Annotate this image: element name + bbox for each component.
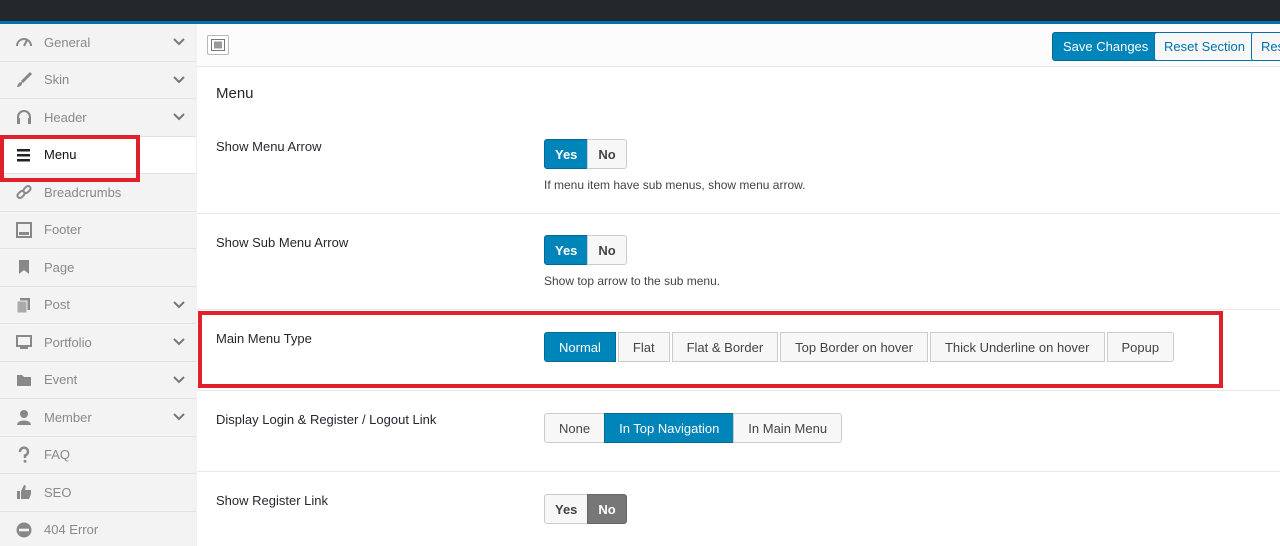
sidebar-item-label: Menu xyxy=(44,147,77,163)
option-button-flat[interactable]: Flat xyxy=(617,332,670,362)
sidebar-item-general[interactable]: General xyxy=(0,24,196,62)
sidebar-item-label: Breadcrumbs xyxy=(44,184,122,200)
sidebar-item-404-error[interactable]: 404 Error xyxy=(0,511,196,546)
sidebar-item-label: Post xyxy=(44,297,71,313)
sidebar-item-label: SEO xyxy=(44,484,72,500)
sidebar-item-label: FAQ xyxy=(44,447,71,463)
sidebar-item-header[interactable]: Header xyxy=(0,99,196,137)
sidebar-item-label: Member xyxy=(44,409,92,425)
sidebar-item-label: Header xyxy=(44,109,87,125)
dashboard-gauge-icon xyxy=(0,24,44,61)
sidebar-item-label: Page xyxy=(44,259,75,275)
options-toolbar: Save Changes Reset Section Res xyxy=(197,24,1280,67)
question-icon xyxy=(0,437,44,474)
option-description: Show top arrow to the sub menu. xyxy=(544,274,721,288)
chevron-down-icon xyxy=(162,76,196,84)
option-description: If menu item have sub menus, show menu a… xyxy=(544,178,806,192)
sidebar-item-event[interactable]: Event xyxy=(0,361,196,399)
option-button-normal[interactable]: Normal xyxy=(544,332,616,362)
option-button-yes[interactable]: Yes xyxy=(544,235,589,265)
option-button-popup[interactable]: Popup xyxy=(1106,332,1175,362)
section-title: Menu xyxy=(216,85,254,102)
option-row-show-register-link: Show Register Link Yes No xyxy=(197,472,1280,546)
reset-section-button[interactable]: Reset Section xyxy=(1154,32,1255,61)
folder-icon xyxy=(0,362,44,399)
thumbs-up-icon xyxy=(0,474,44,511)
link-icon xyxy=(0,174,44,211)
sidebar-item-label: Portfolio xyxy=(44,334,92,350)
option-button-flat-border[interactable]: Flat & Border xyxy=(671,332,779,362)
headphones-icon xyxy=(0,99,44,136)
option-button-yes[interactable]: Yes xyxy=(544,494,589,524)
sidebar-item-portfolio[interactable]: Portfolio xyxy=(0,324,196,362)
menu-bars-icon xyxy=(0,137,44,174)
footer-layout-icon xyxy=(0,212,44,249)
option-row-main-menu-type: Main Menu Type Normal Flat Flat & Border… xyxy=(197,310,1280,391)
option-button-thick-underline-hover[interactable]: Thick Underline on hover xyxy=(929,332,1105,362)
sidebar-item-post[interactable]: Post xyxy=(0,286,196,324)
option-row-show-sub-menu-arrow: Show Sub Menu Arrow Yes No Show top arro… xyxy=(197,214,1280,310)
save-changes-button[interactable]: Save Changes xyxy=(1052,32,1160,61)
menu-type-button-set: Normal Flat Flat & Border Top Border on … xyxy=(544,332,1175,362)
sidebar-item-breadcrumbs[interactable]: Breadcrumbs xyxy=(0,174,196,212)
sidebar-item-menu[interactable]: Menu xyxy=(0,136,196,174)
option-row-show-menu-arrow: Show Menu Arrow Yes No If menu item have… xyxy=(197,118,1280,214)
sidebar-item-skin[interactable]: Skin xyxy=(0,61,196,99)
option-label: Show Register Link xyxy=(216,493,328,508)
reset-all-button[interactable]: Res xyxy=(1251,32,1280,61)
sidebar-item-seo[interactable]: SEO xyxy=(0,474,196,512)
monitor-icon xyxy=(0,324,44,361)
chevron-down-icon xyxy=(162,38,196,46)
options-sidebar: General Skin Header Menu Breadcrumbs Foo… xyxy=(0,24,196,546)
sidebar-item-footer[interactable]: Footer xyxy=(0,211,196,249)
copy-icon xyxy=(0,287,44,324)
sidebar-item-label: Footer xyxy=(44,222,82,238)
sidebar-item-faq[interactable]: FAQ xyxy=(0,436,196,474)
option-button-in-main-menu[interactable]: In Main Menu xyxy=(733,413,843,443)
options-panel: Save Changes Reset Section Res Menu Show… xyxy=(197,24,1280,546)
option-button-top-border-hover[interactable]: Top Border on hover xyxy=(780,332,928,362)
option-button-yes[interactable]: Yes xyxy=(544,139,589,169)
sidebar-item-page[interactable]: Page xyxy=(0,249,196,287)
login-link-button-set: None In Top Navigation In Main Menu xyxy=(544,413,843,443)
bookmark-icon xyxy=(0,249,44,286)
option-button-no[interactable]: No xyxy=(587,139,627,169)
sidebar-item-label: Event xyxy=(44,372,78,388)
option-label: Main Menu Type xyxy=(216,331,312,346)
sidebar-item-label: Skin xyxy=(44,72,70,88)
option-button-in-top-navigation[interactable]: In Top Navigation xyxy=(604,413,735,443)
layout-toggle-icon[interactable] xyxy=(207,35,229,55)
option-button-no[interactable]: No xyxy=(587,235,627,265)
option-row-login-register-link: Display Login & Register / Logout Link N… xyxy=(197,391,1280,472)
chevron-down-icon xyxy=(162,413,196,421)
chevron-down-icon xyxy=(162,376,196,384)
option-button-no[interactable]: No xyxy=(587,494,627,524)
option-label: Display Login & Register / Logout Link xyxy=(216,412,437,427)
option-label: Show Sub Menu Arrow xyxy=(216,235,349,250)
sidebar-item-label: 404 Error xyxy=(44,522,99,538)
brush-icon xyxy=(0,62,44,99)
chevron-down-icon xyxy=(162,338,196,346)
admin-top-bar xyxy=(0,0,1280,21)
chevron-down-icon xyxy=(162,301,196,309)
yes-no-toggle: Yes No xyxy=(544,494,627,524)
option-button-none[interactable]: None xyxy=(544,413,606,443)
user-icon xyxy=(0,399,44,436)
option-label: Show Menu Arrow xyxy=(216,139,322,154)
chevron-down-icon xyxy=(162,113,196,121)
yes-no-toggle: Yes No xyxy=(544,235,627,265)
no-entry-icon xyxy=(0,512,44,546)
sidebar-item-member[interactable]: Member xyxy=(0,399,196,437)
yes-no-toggle: Yes No xyxy=(544,139,627,169)
sidebar-item-label: General xyxy=(44,34,91,50)
